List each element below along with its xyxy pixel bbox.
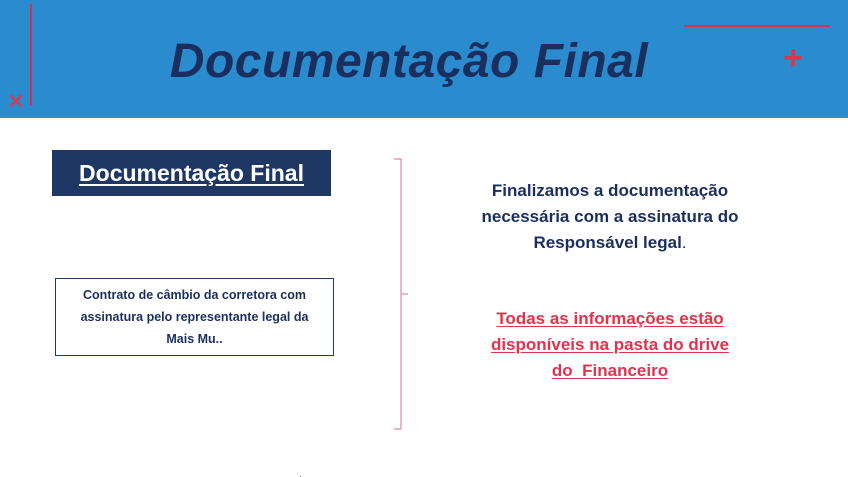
- drive-note-line: disponíveis na pasta do drive: [490, 335, 730, 354]
- main-text-period: .: [681, 233, 687, 252]
- x-icon: ✕: [6, 90, 26, 115]
- bracket-divider: [394, 158, 408, 430]
- section-label: Documentação Final: [79, 159, 304, 186]
- header-banner: ✕ + Documentação Final: [0, 0, 848, 118]
- main-text-line: necessária com a assinatura do: [481, 207, 739, 226]
- main-text-line: Responsável legal.: [455, 230, 765, 256]
- drive-note-line: Todas as informações estão: [496, 309, 724, 328]
- contract-box: Contrato de câmbio da corretora com assi…: [55, 278, 334, 356]
- main-text-line: Finalizamos a documentação: [491, 181, 729, 200]
- section-label-box: Documentação Final: [52, 150, 331, 196]
- contract-text: Contrato de câmbio da corretora com assi…: [80, 288, 309, 346]
- drive-note: Todas as informações estão disponíveis n…: [455, 306, 765, 384]
- main-description: Finalizamos a documentação necessária co…: [455, 178, 765, 256]
- main-text-line-3: Responsável legal: [533, 233, 682, 252]
- drive-note-line: do Financeiro: [551, 361, 669, 380]
- page-title: Documentação Final: [169, 35, 649, 88]
- decorative-horizontal-line: [684, 25, 830, 27]
